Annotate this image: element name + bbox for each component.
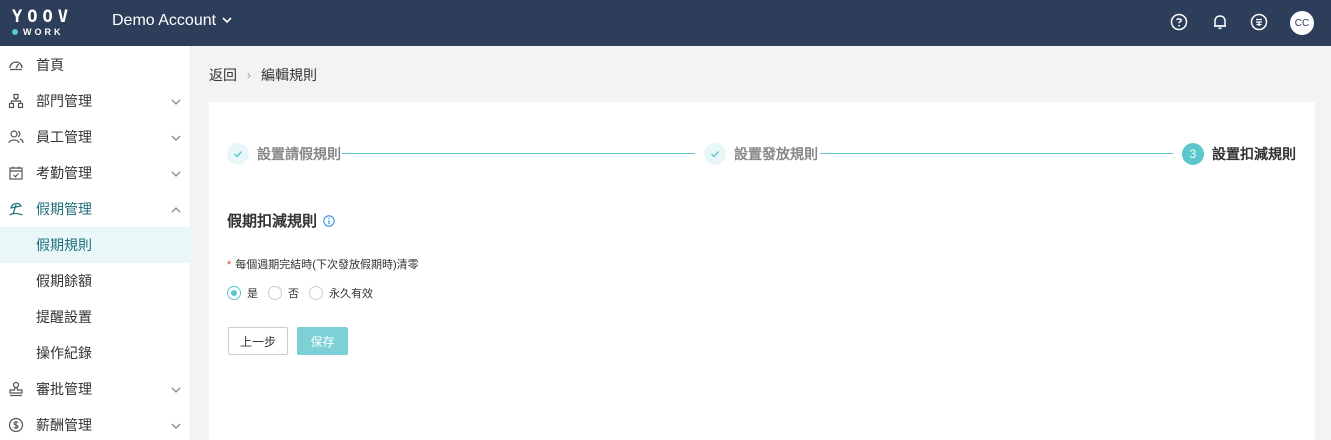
sidebar-item-label: 假期規則: [36, 237, 92, 253]
sidebar-item-departments[interactable]: 部門管理: [0, 83, 191, 119]
chevron-down-icon: [170, 167, 182, 179]
sidebar-item-leave[interactable]: 假期管理: [0, 191, 191, 227]
radio-label: 永久有效: [329, 288, 373, 300]
bell-icon[interactable]: [1210, 12, 1230, 32]
radio-unchecked-icon[interactable]: [309, 286, 323, 300]
sidebar-item-label: 審批管理: [36, 381, 92, 397]
sidebar-item-label: 部門管理: [36, 93, 92, 109]
sidebar-item-label: 假期餘額: [36, 273, 92, 289]
beach-icon: [8, 201, 24, 217]
org-chart-icon: [8, 93, 24, 109]
step-connector: [342, 153, 695, 154]
chevron-down-icon: [170, 419, 182, 431]
sidebar-item-label: 提醒設置: [36, 309, 92, 325]
breadcrumb-separator: ›: [247, 68, 251, 82]
sidebar-item-label: 操作紀錄: [36, 345, 92, 361]
step-leave-request-rules: 設置請假規則: [227, 142, 341, 166]
radio-no[interactable]: 否: [268, 285, 299, 301]
radio-label: 是: [247, 288, 258, 300]
breadcrumb: 返回 › 編輯規則: [209, 65, 317, 85]
reset-radio-group: 是 否 永久有效: [227, 285, 383, 301]
radio-yes[interactable]: 是: [227, 285, 258, 301]
account-switcher[interactable]: Demo Account: [112, 12, 232, 30]
step-connector: [820, 153, 1173, 154]
chevron-down-icon: [170, 383, 182, 395]
sidebar-item-label: 員工管理: [36, 129, 92, 145]
user-avatar[interactable]: CC: [1290, 11, 1314, 35]
help-icon[interactable]: [1169, 12, 1189, 32]
back-link[interactable]: 返回: [209, 65, 237, 85]
field-label-text: 每個週期完結時(下次發放假期時)清零: [235, 259, 419, 271]
reset-field-label: * 每個週期完結時(下次發放假期時)清零: [227, 256, 419, 272]
sidebar-subitem-operation-log[interactable]: 操作紀錄: [0, 335, 191, 371]
logo-text-top: YOOV: [12, 7, 73, 27]
sidebar-item-label: 首頁: [36, 57, 64, 73]
sidebar-item-approvals[interactable]: 審批管理: [0, 371, 191, 407]
yoov-work-logo[interactable]: YOOV WORK: [12, 8, 76, 40]
step-number: 3: [1182, 143, 1204, 165]
radio-label: 否: [288, 288, 299, 300]
sidebar-subitem-leave-balance[interactable]: 假期餘額: [0, 263, 191, 299]
radio-unchecked-icon[interactable]: [268, 286, 282, 300]
check-icon: [704, 143, 726, 165]
chevron-down-icon: [222, 12, 232, 30]
section-title-text: 假期扣減規則: [227, 213, 318, 230]
sidebar-subitem-reminder-settings[interactable]: 提醒設置: [0, 299, 191, 335]
step-title: 設置請假規則: [257, 146, 341, 162]
sidebar-item-home[interactable]: 首頁: [0, 47, 191, 83]
radio-checked-icon[interactable]: [227, 286, 241, 300]
previous-step-button[interactable]: 上一步: [228, 327, 288, 355]
dashboard-icon: [8, 57, 24, 73]
step-grant-rules: 設置發放規則: [704, 142, 818, 166]
step-title: 設置發放規則: [734, 146, 818, 162]
chevron-up-icon: [170, 203, 182, 215]
step-title: 設置扣減規則: [1212, 146, 1296, 162]
check-icon: [227, 143, 249, 165]
calculator-icon[interactable]: [1249, 12, 1269, 32]
radio-permanent[interactable]: 永久有效: [309, 285, 373, 301]
calendar-check-icon: [8, 165, 24, 181]
breadcrumb-current: 編輯規則: [261, 67, 317, 83]
required-mark: *: [227, 259, 232, 271]
account-name: Demo Account: [112, 12, 217, 29]
sidebar-item-label: 薪酬管理: [36, 417, 92, 433]
logo-text-bottom: WORK: [23, 27, 64, 37]
sidebar-subitem-leave-rules[interactable]: 假期規則: [0, 227, 191, 263]
chevron-down-icon: [170, 131, 182, 143]
stamp-icon: [8, 381, 24, 397]
info-icon[interactable]: [323, 214, 335, 227]
sidebar-item-payroll[interactable]: 薪酬管理: [0, 407, 191, 440]
chevron-down-icon: [170, 95, 182, 107]
top-header: YOOV WORK Demo Account CC: [0, 0, 1331, 46]
sidebar-item-label: 考勤管理: [36, 165, 92, 181]
dollar-icon: [8, 417, 24, 433]
section-title: 假期扣減規則: [227, 210, 335, 231]
sidebar-item-attendance[interactable]: 考勤管理: [0, 155, 191, 191]
users-icon: [8, 129, 24, 145]
sidebar-item-employees[interactable]: 員工管理: [0, 119, 191, 155]
sidebar: 首頁 部門管理 員工管理 考勤管理 假期管理 假期規則 假期餘額 提醒設置 操作…: [0, 46, 191, 440]
edit-rule-card: 設置請假規則 設置發放規則 3 設置扣減規則 假期扣減規則 * 每個週期完結時(下…: [209, 102, 1315, 440]
sidebar-item-label: 假期管理: [36, 201, 92, 217]
step-deduction-rules: 3 設置扣減規則: [1182, 142, 1296, 166]
save-button[interactable]: 保存: [297, 327, 348, 355]
logo-dot: [12, 29, 18, 35]
